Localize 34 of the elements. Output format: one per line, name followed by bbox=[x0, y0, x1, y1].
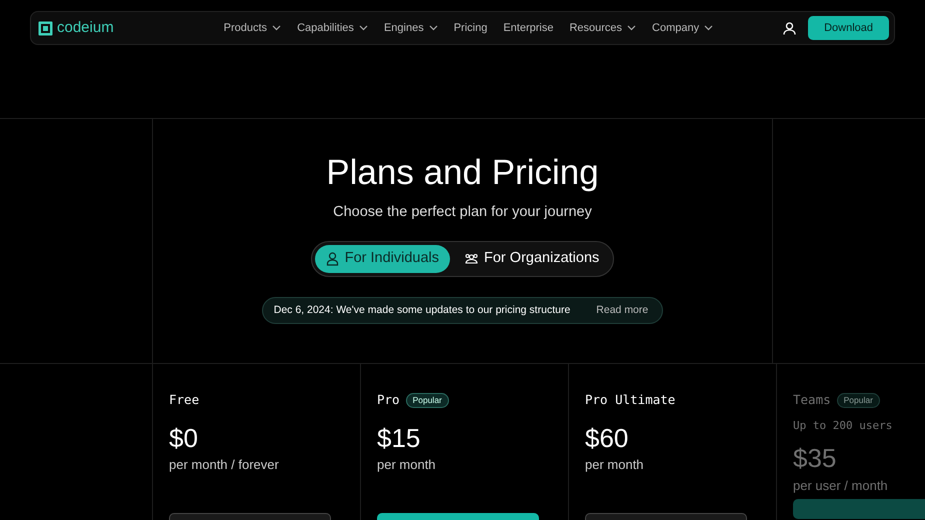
menu-item[interactable]: Company bbox=[652, 20, 714, 36]
person-icon bbox=[326, 252, 339, 266]
plan-tab[interactable]: For Organizations bbox=[454, 244, 610, 272]
menu-item[interactable]: Enterprise bbox=[503, 20, 554, 36]
menu-item[interactable]: Resources bbox=[569, 20, 636, 36]
plan-period: per month / forever bbox=[169, 456, 280, 474]
plan-price: $15 bbox=[377, 424, 422, 452]
plan-price: $0 bbox=[169, 424, 199, 452]
menu-item[interactable]: Pricing bbox=[454, 20, 488, 36]
plan-name: Pro Ultimate bbox=[585, 391, 676, 409]
popular-badge: Popular bbox=[836, 393, 880, 408]
popular-badge: Popular bbox=[406, 393, 449, 408]
download-button[interactable]: Download bbox=[808, 16, 889, 40]
plan-name: Teams bbox=[793, 391, 831, 409]
read-more-link[interactable]: Read more bbox=[596, 302, 648, 318]
logo-text: codeium bbox=[57, 18, 114, 38]
page-subtitle: Choose the perfect plan for your journey bbox=[333, 203, 592, 222]
logo-icon bbox=[38, 20, 53, 36]
plan-period: per month bbox=[377, 456, 437, 474]
user-icon[interactable] bbox=[783, 22, 796, 34]
plan-tab[interactable]: For Individuals bbox=[314, 244, 450, 272]
menu-item[interactable]: Engines bbox=[384, 20, 438, 36]
plan-note: Up to 200 users bbox=[793, 418, 894, 434]
group-icon bbox=[465, 252, 478, 266]
plan-period: per month bbox=[585, 456, 645, 474]
plan-period: per user / month bbox=[793, 476, 889, 495]
plan-name: Free bbox=[169, 391, 200, 409]
notice-text: Dec 6, 2024: We've made some updates to our pricing structure bbox=[274, 302, 570, 318]
plan-name: Pro bbox=[377, 391, 400, 409]
page-title: Plans and Pricing bbox=[326, 152, 599, 194]
menu-item[interactable]: Capabilities bbox=[297, 20, 368, 36]
menu-item[interactable]: Products bbox=[224, 20, 282, 36]
plan-price: $60 bbox=[585, 424, 630, 452]
plan-price: $35 bbox=[793, 444, 838, 473]
